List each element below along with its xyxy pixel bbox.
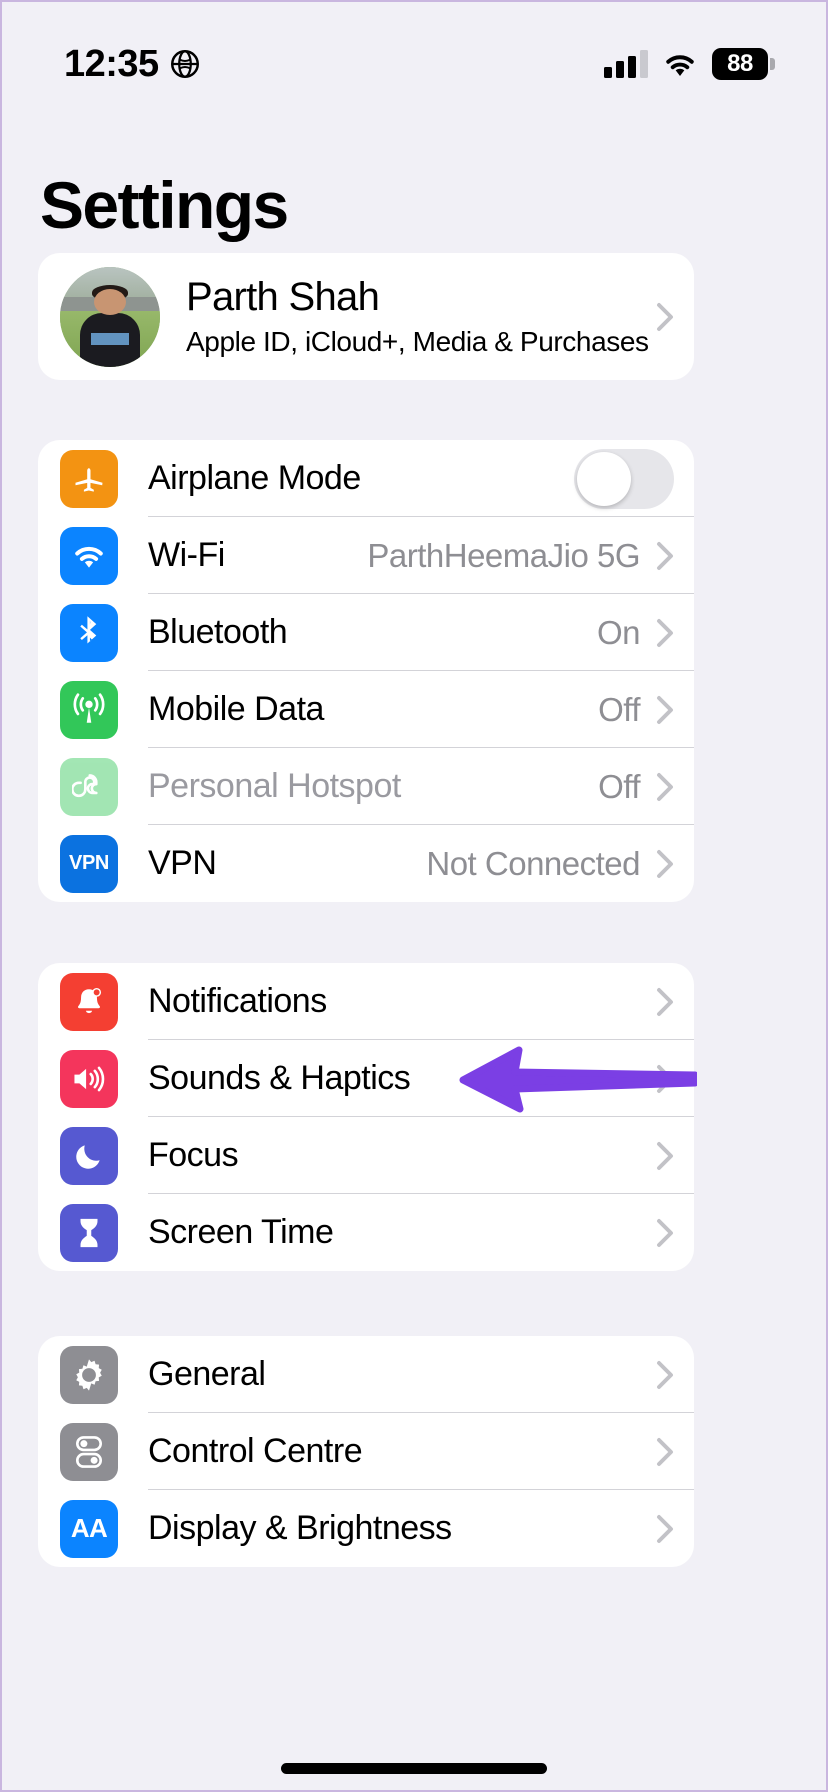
moon-icon	[60, 1126, 118, 1185]
system-group: General Control Centre AA Display & Brig…	[38, 1336, 694, 1567]
cellular-bars-icon	[604, 50, 648, 78]
row-label: Bluetooth	[148, 613, 288, 651]
settings-row-sounds-haptics[interactable]: Sounds & Haptics	[38, 1040, 694, 1117]
settings-row-notifications[interactable]: Notifications	[38, 963, 694, 1040]
control-centre-icon	[60, 1422, 118, 1481]
account-group: Parth Shah Apple ID, iCloud+, Media & Pu…	[38, 253, 694, 380]
row-label: Focus	[148, 1136, 239, 1174]
row-label: General	[148, 1355, 266, 1393]
row-label: Airplane Mode	[148, 459, 361, 497]
settings-row-control-centre[interactable]: Control Centre	[38, 1413, 694, 1490]
settings-row-general[interactable]: General	[38, 1336, 694, 1413]
settings-row-vpn[interactable]: VPN VPN Not Connected	[38, 825, 694, 902]
row-value: ParthHeemaJio 5G	[367, 536, 640, 574]
chevron-right-icon	[656, 695, 674, 725]
row-label: Mobile Data	[148, 690, 324, 728]
row-label: VPN	[148, 844, 217, 882]
row-value: On	[596, 613, 641, 651]
bell-icon	[60, 972, 118, 1031]
connectivity-group: Airplane Mode Wi-Fi ParthHeemaJio 5G Blu…	[38, 440, 694, 902]
account-text: Parth Shah Apple ID, iCloud+, Media & Pu…	[186, 275, 656, 358]
antenna-icon	[60, 680, 118, 739]
chevron-right-icon	[656, 541, 674, 571]
row-value: Not Connected	[426, 844, 640, 882]
page-title: Settings	[40, 168, 289, 242]
row-label: Notifications	[148, 982, 327, 1020]
account-name: Parth Shah	[186, 275, 380, 319]
status-bar-left: 12:35	[64, 43, 200, 86]
chevron-right-icon	[656, 1360, 674, 1390]
settings-row-airplane-mode[interactable]: Airplane Mode	[38, 440, 694, 517]
settings-row-focus[interactable]: Focus	[38, 1117, 694, 1194]
chevron-right-icon	[656, 987, 674, 1017]
chevron-right-icon	[656, 1218, 674, 1248]
row-label: Display & Brightness	[148, 1509, 452, 1547]
row-value: Off	[598, 690, 640, 728]
chevron-right-icon	[656, 1064, 674, 1094]
settings-row-bluetooth[interactable]: Bluetooth On	[38, 594, 694, 671]
row-value: Off	[598, 767, 640, 805]
status-bar-clock: 12:35	[64, 42, 159, 85]
settings-row-display-brightness[interactable]: AA Display & Brightness	[38, 1490, 694, 1567]
status-bar: 12:35 88	[2, 2, 826, 102]
globe-icon	[170, 50, 199, 78]
aa-icon: AA	[60, 1499, 118, 1558]
hourglass-icon	[60, 1203, 118, 1262]
row-label: Screen Time	[148, 1213, 334, 1251]
settings-row-personal-hotspot[interactable]: Personal Hotspot Off	[38, 748, 694, 825]
gear-icon	[60, 1345, 118, 1404]
chevron-right-icon	[656, 772, 674, 802]
row-label: Control Centre	[148, 1432, 363, 1470]
chevron-right-icon	[656, 849, 674, 879]
alerts-group: Notifications Sounds & Haptics Focus Scr…	[38, 963, 694, 1271]
wifi-icon	[666, 55, 694, 77]
chevron-right-icon	[656, 1141, 674, 1171]
chevron-right-icon	[656, 1437, 674, 1467]
battery-icon: 88	[712, 48, 775, 80]
row-label: Personal Hotspot	[148, 767, 401, 805]
hotspot-icon	[60, 757, 118, 816]
apple-id-row[interactable]: Parth Shah Apple ID, iCloud+, Media & Pu…	[38, 253, 694, 380]
battery-level-label: 88	[727, 50, 753, 77]
airplane-mode-toggle[interactable]	[574, 448, 674, 509]
chevron-right-icon	[656, 302, 674, 332]
chevron-right-icon	[656, 1514, 674, 1544]
row-label: Wi-Fi	[148, 536, 225, 574]
vpn-icon: VPN	[60, 834, 118, 893]
speaker-icon	[60, 1049, 118, 1108]
row-label: Sounds & Haptics	[148, 1059, 411, 1097]
settings-row-wifi[interactable]: Wi-Fi ParthHeemaJio 5G	[38, 517, 694, 594]
home-indicator-bar	[281, 1763, 547, 1774]
chevron-right-icon	[656, 618, 674, 648]
account-subtitle: Apple ID, iCloud+, Media & Purchases	[186, 325, 649, 357]
avatar	[60, 266, 160, 367]
settings-row-screen-time[interactable]: Screen Time	[38, 1194, 694, 1271]
settings-row-mobile-data[interactable]: Mobile Data Off	[38, 671, 694, 748]
iphone-settings-screen: 12:35 88 Settings Parth Shah Apple ID, i…	[0, 0, 828, 1792]
status-bar-right: 88	[604, 48, 775, 80]
airplane-icon	[60, 449, 118, 508]
wifi-icon	[60, 526, 118, 585]
bluetooth-icon	[60, 603, 118, 662]
